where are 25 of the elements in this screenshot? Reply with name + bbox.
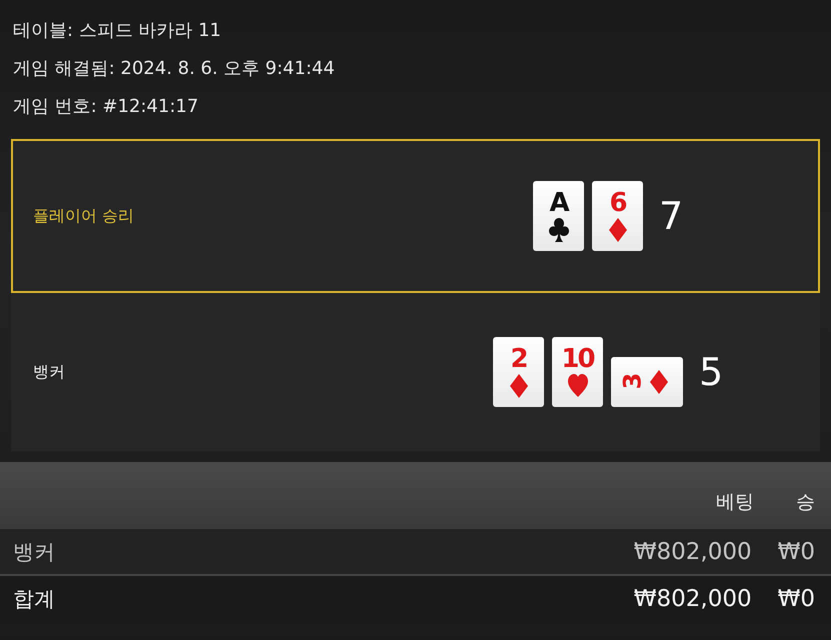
table-cell: ₩802,000 xyxy=(634,586,752,612)
row-label: 뱅커 xyxy=(13,538,56,566)
table-cell: ₩802,000 xyxy=(634,538,752,564)
row-label: 합계 xyxy=(13,586,56,612)
hand-label: 뱅커 xyxy=(32,362,66,382)
column-header: 승 xyxy=(796,490,815,515)
playing-card: 10 xyxy=(552,337,603,407)
info-text: 게임 해결됨: 2024. 8. 6. 오후 9:41:44 xyxy=(13,57,336,81)
info-text: 테이블: 스피드 바카라 11 xyxy=(13,19,222,43)
info-text: 게임 번호: #12:41:17 xyxy=(13,95,200,119)
table-cell: ₩0 xyxy=(778,538,815,564)
playing-card: A xyxy=(533,181,584,251)
playing-card: 2 xyxy=(493,337,544,407)
column-header: 베팅 xyxy=(716,490,754,515)
diamond-icon xyxy=(508,374,528,398)
heart-icon xyxy=(568,374,588,398)
hand-score: 5 xyxy=(699,350,724,394)
diamond-icon xyxy=(649,370,670,394)
club-icon xyxy=(548,218,568,242)
hand-score: 7 xyxy=(659,194,684,238)
diamond-icon xyxy=(608,218,628,242)
playing-card: 6 xyxy=(592,181,643,251)
hand-label: 플레이어 승리 xyxy=(32,206,136,226)
playing-card: 3 xyxy=(611,357,683,407)
table-cell: ₩0 xyxy=(778,586,815,612)
